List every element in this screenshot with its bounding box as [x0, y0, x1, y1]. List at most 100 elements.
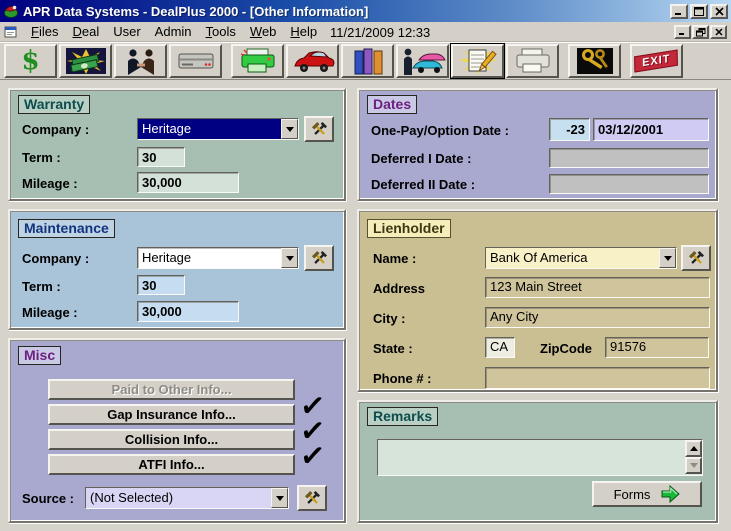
maximize-icon	[694, 7, 704, 16]
window-title: APR Data Systems - DealPlus 2000 - [Othe…	[23, 4, 670, 19]
warranty-company-tools-button[interactable]	[304, 116, 334, 142]
notepad-pencil-icon	[456, 47, 500, 75]
chevron-down-icon[interactable]	[281, 119, 298, 139]
mdi-close-button[interactable]	[710, 25, 727, 39]
menu-files[interactable]: Files	[24, 22, 65, 41]
mdi-child-icon	[4, 25, 18, 39]
mdi-restore-button[interactable]	[692, 25, 709, 39]
paid-to-other-info-button: Paid to Other Info...	[48, 379, 295, 400]
chevron-down-icon[interactable]	[281, 248, 298, 268]
menu-web[interactable]: Web	[243, 22, 284, 41]
maximize-button[interactable]	[690, 4, 708, 19]
remarks-scrollbar	[685, 440, 702, 475]
arrow-down-icon	[690, 463, 698, 468]
misc-panel: Misc Paid to Other Info... Gap Insurance…	[8, 338, 346, 523]
minimize-button[interactable]	[670, 4, 688, 19]
security-button[interactable]	[568, 44, 621, 78]
lienholder-name-tools-button[interactable]	[681, 245, 711, 271]
warranty-term-label: Term :	[22, 150, 61, 165]
application-window: APR Data Systems - DealPlus 2000 - [Othe…	[0, 0, 731, 531]
deferred2-date-field	[549, 174, 709, 194]
dollar-icon: $	[21, 48, 39, 74]
vehicle-button[interactable]	[286, 44, 339, 78]
inventory-button[interactable]	[396, 44, 449, 78]
lienholder-name-label: Name :	[373, 251, 416, 266]
check-icon: ✓	[299, 441, 327, 473]
lienholder-phone-field	[485, 367, 710, 389]
arrow-up-icon	[690, 446, 698, 451]
exit-button[interactable]: EXIT	[630, 44, 683, 78]
remarks-panel-title: Remarks	[367, 407, 438, 426]
salesman-cars-icon	[399, 47, 447, 75]
menu-admin[interactable]: Admin	[148, 22, 199, 41]
lienholder-name-select[interactable]: Bank Of America	[485, 247, 677, 269]
forms-button[interactable]: Forms	[592, 481, 702, 507]
payment-button[interactable]: $	[4, 44, 57, 78]
onepay-date-label: One-Pay/Option Date :	[371, 123, 509, 138]
lienholder-address-label: Address	[373, 281, 425, 296]
gap-insurance-info-button[interactable]: Gap Insurance Info...	[48, 404, 295, 425]
copier-button[interactable]	[506, 44, 559, 78]
remarks-input[interactable]	[378, 440, 685, 475]
maintenance-panel-title: Maintenance	[18, 219, 115, 238]
toolbar: $	[0, 42, 731, 80]
collision-info-button[interactable]: Collision Info...	[48, 429, 295, 450]
warranty-company-select[interactable]: Heritage	[137, 118, 299, 140]
atfi-info-button[interactable]: ATFI Info...	[48, 454, 295, 475]
cash-button[interactable]	[59, 44, 112, 78]
red-car-icon	[291, 47, 335, 75]
menu-bar: Files Deal User Admin Tools Web Help 11/…	[0, 22, 731, 42]
remarks-panel: Remarks Forms	[357, 400, 718, 523]
minimize-icon	[674, 7, 684, 16]
menu-help[interactable]: Help	[283, 22, 324, 41]
print-button[interactable]	[231, 44, 284, 78]
maintenance-company-tools-button[interactable]	[304, 245, 334, 271]
modem-icon	[174, 47, 218, 75]
warranty-mileage-input[interactable]	[137, 172, 239, 193]
title-bar: APR Data Systems - DealPlus 2000 - [Othe…	[0, 0, 731, 22]
lienholder-address-field: 123 Main Street	[485, 277, 710, 298]
dates-panel-title: Dates	[367, 95, 417, 114]
close-button[interactable]	[710, 4, 728, 19]
warranty-panel: Warranty Company : Heritage Term : Milea…	[8, 88, 346, 201]
chevron-down-icon[interactable]	[271, 488, 288, 508]
onepay-days-input[interactable]	[549, 118, 590, 141]
money-icon	[64, 47, 108, 75]
maintenance-mileage-input[interactable]	[137, 301, 239, 322]
warranty-company-label: Company :	[22, 122, 89, 137]
lienholder-phone-label: Phone # :	[373, 371, 432, 386]
menu-deal[interactable]: Deal	[65, 22, 106, 41]
lienholder-panel: Lienholder Name : Bank Of America Addres…	[357, 209, 718, 392]
maintenance-mileage-label: Mileage :	[22, 305, 78, 320]
app-icon	[3, 3, 19, 19]
keys-icon	[575, 47, 615, 75]
hammer-wrench-icon	[304, 490, 321, 507]
lienholder-state-label: State :	[373, 341, 413, 356]
handshake-icon	[119, 47, 163, 75]
maintenance-term-input[interactable]	[137, 275, 185, 295]
green-arrow-icon	[660, 485, 680, 503]
remarks-field-box	[377, 439, 703, 476]
maintenance-term-label: Term :	[22, 279, 61, 294]
scroll-up-button[interactable]	[685, 440, 702, 457]
other-information-button[interactable]	[451, 44, 504, 78]
source-tools-button[interactable]	[297, 485, 327, 511]
mdi-minimize-button[interactable]	[674, 25, 691, 39]
chevron-down-icon[interactable]	[659, 248, 676, 268]
lienholder-panel-title: Lienholder	[367, 219, 451, 238]
books-icon	[346, 47, 390, 75]
modem-button[interactable]	[169, 44, 222, 78]
warranty-term-input[interactable]	[137, 147, 185, 167]
menu-user[interactable]: User	[106, 22, 147, 41]
maintenance-company-select[interactable]: Heritage	[137, 247, 299, 269]
onepay-date-input[interactable]	[593, 118, 709, 141]
customer-button[interactable]	[114, 44, 167, 78]
misc-panel-title: Misc	[18, 346, 61, 365]
dates-panel: Dates One-Pay/Option Date : Deferred I D…	[357, 88, 718, 201]
menu-tools[interactable]: Tools	[199, 22, 243, 41]
restore-icon	[696, 28, 706, 37]
source-select[interactable]: (Not Selected)	[85, 487, 289, 509]
library-button[interactable]	[341, 44, 394, 78]
scroll-down-button[interactable]	[685, 457, 702, 474]
minimize-icon	[678, 28, 687, 36]
